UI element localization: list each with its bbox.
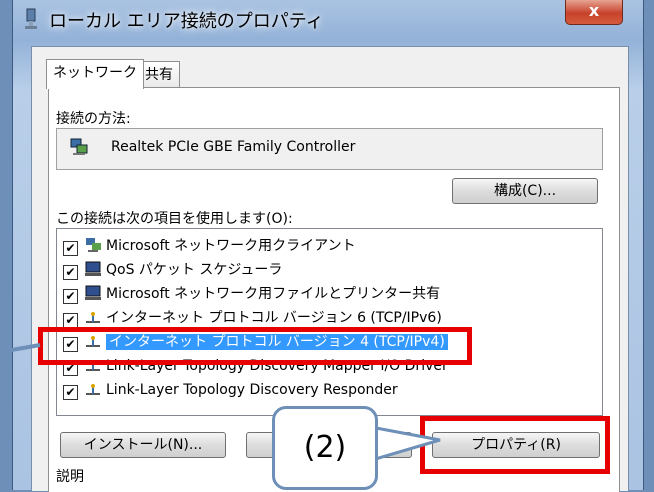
- network-adapter-icon: [70, 138, 88, 155]
- checkbox[interactable]: ✔: [63, 385, 78, 400]
- description-label: 説明: [56, 469, 84, 485]
- callout-step-2: (2): [272, 406, 378, 490]
- list-item-ms-client[interactable]: ✔ Microsoft ネットワーク用クライアント: [63, 235, 356, 257]
- computer-icon: [85, 261, 101, 276]
- computer-icon: [85, 285, 101, 300]
- install-button[interactable]: インストール(N)...: [60, 432, 226, 458]
- highlight-properties: [420, 416, 610, 474]
- item-label: Microsoft ネットワーク用ファイルとプリンター共有: [106, 286, 441, 302]
- checkbox[interactable]: ✔: [63, 313, 78, 328]
- protocol-icon: [86, 384, 100, 395]
- configure-button[interactable]: 構成(C)...: [452, 178, 598, 204]
- protocol-icon: [86, 312, 100, 323]
- list-item-file-sharing[interactable]: ✔ Microsoft ネットワーク用ファイルとプリンター共有: [63, 283, 440, 305]
- checkbox[interactable]: ✔: [63, 289, 78, 304]
- close-button[interactable]: x: [565, 0, 623, 25]
- item-label: QoS パケット スケジューラ: [106, 262, 283, 278]
- tab-network[interactable]: ネットワーク: [46, 59, 144, 89]
- network-adapter-icon: [25, 8, 37, 29]
- checkbox[interactable]: ✔: [63, 265, 78, 280]
- window-title: ローカル エリア接続のプロパティ: [49, 11, 324, 32]
- components-list[interactable]: ✔ Microsoft ネットワーク用クライアント ✔ QoS パケット スケジュー…: [56, 228, 603, 416]
- title-bar[interactable]: ローカル エリア接続のプロパティ x: [13, 0, 643, 40]
- adapter-box: Realtek PCIe GBE Family Controller: [56, 128, 603, 170]
- list-item-qos[interactable]: ✔ QoS パケット スケジューラ: [63, 259, 282, 281]
- item-label: Microsoft ネットワーク用クライアント: [106, 238, 356, 254]
- list-item-lltd-responder[interactable]: ✔ Link-Layer Topology Discovery Responder: [63, 379, 398, 401]
- tab-sharing[interactable]: 共有: [138, 61, 180, 88]
- list-item-ipv6[interactable]: ✔ インターネット プロトコル バージョン 6 (TCP/IPv6): [63, 307, 442, 329]
- item-label: インターネット プロトコル バージョン 6 (TCP/IPv6): [106, 310, 442, 326]
- checkbox[interactable]: ✔: [63, 241, 78, 256]
- network-client-icon: [86, 238, 101, 252]
- item-label: Link-Layer Topology Discovery Responder: [106, 382, 398, 398]
- connect-using-label: 接続の方法:: [56, 111, 131, 127]
- adapter-name: Realtek PCIe GBE Family Controller: [111, 139, 356, 155]
- items-label: この接続は次の項目を使用します(O):: [56, 211, 293, 227]
- highlight-ipv4: [38, 327, 472, 365]
